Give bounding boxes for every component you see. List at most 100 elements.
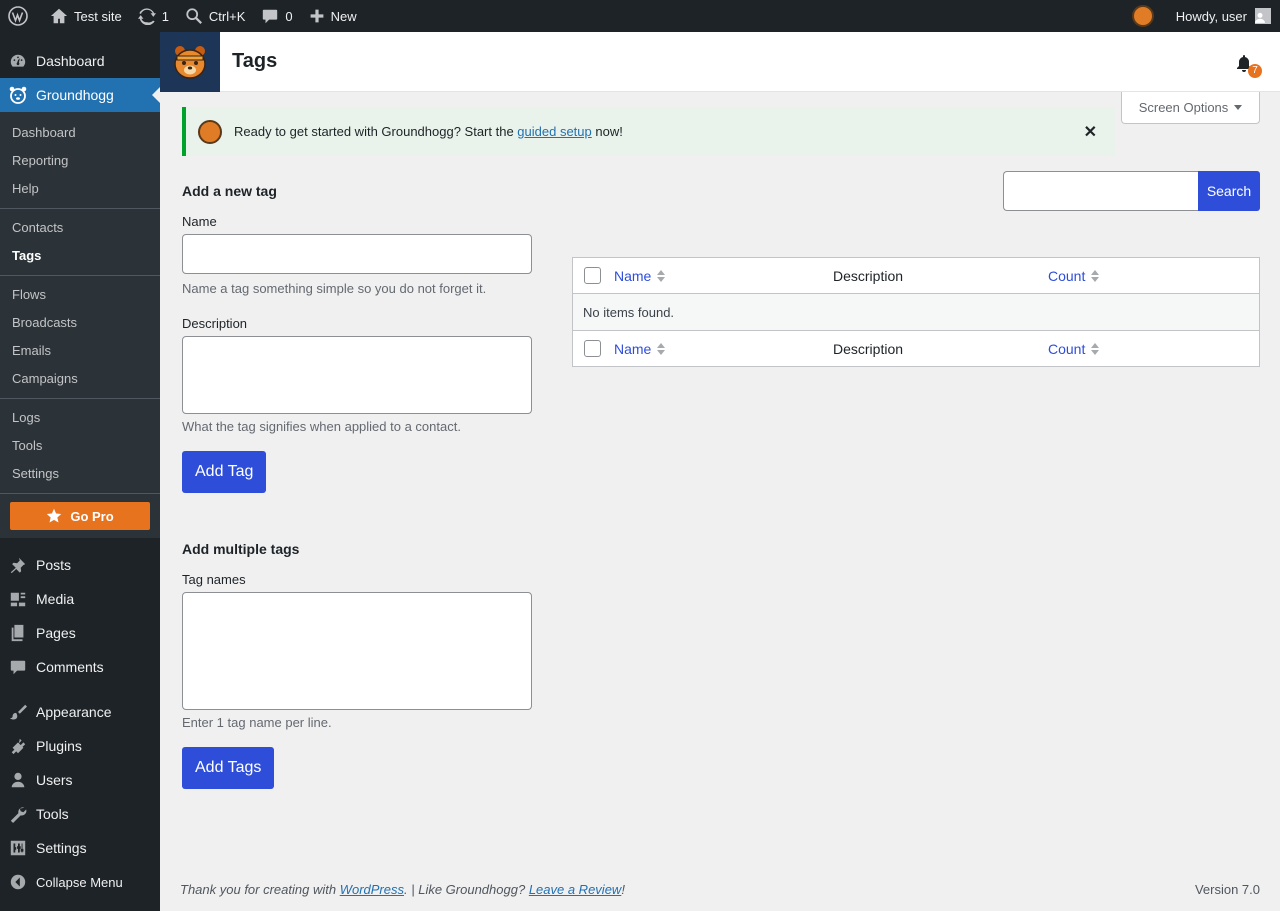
submenu-help[interactable]: Help <box>0 175 160 203</box>
wordpress-logo-icon[interactable] <box>0 0 42 32</box>
sidebar-item-dashboard[interactable]: Dashboard <box>0 44 160 78</box>
search-button[interactable]: Search <box>1198 171 1260 211</box>
sidebar-item-appearance[interactable]: Appearance <box>0 695 160 729</box>
search-shortcut-label: Ctrl+K <box>208 8 246 24</box>
version-label: Version 7.0 <box>1194 882 1260 897</box>
submenu-settings[interactable]: Settings <box>0 460 160 488</box>
avatar <box>1255 8 1271 24</box>
submenu-reporting[interactable]: Reporting <box>0 147 160 175</box>
sidebar-item-settings[interactable]: Settings <box>0 831 160 865</box>
add-tags-button[interactable]: Add Tags <box>182 747 275 789</box>
updates-link[interactable]: 1 <box>130 0 177 32</box>
howdy-label: Howdy, user <box>1175 8 1247 24</box>
sliders-icon <box>8 838 28 858</box>
select-all-checkbox[interactable] <box>584 340 601 357</box>
command-palette-link[interactable]: Ctrl+K <box>177 0 253 32</box>
add-tag-form: Add a new tag Name Name a tag something … <box>182 183 532 493</box>
tag-names-label: Tag names <box>182 572 246 587</box>
add-multiple-heading: Add multiple tags <box>182 541 300 557</box>
sidebar-item-groundhogg[interactable]: Groundhogg <box>0 78 160 112</box>
select-all-checkbox[interactable] <box>584 267 601 284</box>
column-header-description: Description <box>833 267 904 284</box>
submenu-dashboard[interactable]: Dashboard <box>0 119 160 147</box>
sidebar-item-label: Dashboard <box>36 53 105 69</box>
submenu-tags[interactable]: Tags <box>0 242 160 270</box>
sidebar-item-label: Tools <box>36 806 69 822</box>
description-label: Description <box>182 316 248 331</box>
sidebar-item-label: Groundhogg <box>36 87 114 103</box>
admin-bar: Test site 1 Ctrl+K 0 New Howdy, user <box>0 0 1280 32</box>
submenu-emails[interactable]: Emails <box>0 337 160 365</box>
wrench-icon <box>8 804 28 824</box>
column-footer-name[interactable]: Name <box>614 341 833 357</box>
sidebar-item-comments[interactable]: Comments <box>0 650 160 684</box>
search-input[interactable] <box>1003 171 1199 211</box>
screen-options-label: Screen Options <box>1138 100 1229 115</box>
notifications-button[interactable]: 7 <box>1236 54 1262 78</box>
setup-notice: Ready to get started with Groundhogg? St… <box>182 107 1115 156</box>
admin-sidebar: Dashboard Groundhogg Dashboard Reporting… <box>0 32 160 911</box>
sidebar-item-label: Users <box>36 772 73 788</box>
table-header-row: Name Description Count <box>573 258 1259 294</box>
notification-count-badge: 7 <box>1248 64 1262 78</box>
column-header-name[interactable]: Name <box>614 268 833 284</box>
wordpress-link[interactable]: WordPress <box>340 882 404 897</box>
table-footer-row: Name Description Count <box>573 330 1259 366</box>
description-help: What the tag signifies when applied to a… <box>182 419 461 434</box>
submenu-flows[interactable]: Flows <box>0 281 160 309</box>
submenu-logs[interactable]: Logs <box>0 404 160 432</box>
sidebar-item-plugins[interactable]: Plugins <box>0 729 160 763</box>
sidebar-item-posts[interactable]: Posts <box>0 548 160 582</box>
tag-names-help: Enter 1 tag name per line. <box>182 715 332 730</box>
column-header-count[interactable]: Count <box>1048 268 1100 284</box>
close-icon[interactable]: ✕ <box>1084 122 1097 142</box>
sidebar-item-label: Pages <box>36 625 76 641</box>
groundhogg-bear-icon[interactable] <box>1124 0 1168 32</box>
leave-review-link[interactable]: Leave a Review <box>529 882 622 897</box>
sidebar-item-label: Plugins <box>36 738 82 754</box>
sidebar-item-users[interactable]: Users <box>0 763 160 797</box>
go-pro-button[interactable]: Go Pro <box>10 502 150 530</box>
column-footer-description: Description <box>833 340 904 357</box>
collapse-icon <box>8 872 28 892</box>
tag-name-input[interactable] <box>182 234 532 274</box>
sidebar-item-label: Settings <box>36 840 87 856</box>
submenu-broadcasts[interactable]: Broadcasts <box>0 309 160 337</box>
plus-icon <box>310 9 324 23</box>
add-tag-button[interactable]: Add Tag <box>182 451 267 493</box>
pages-icon <box>8 623 28 643</box>
sidebar-item-tools[interactable]: Tools <box>0 797 160 831</box>
column-footer-count[interactable]: Count <box>1048 341 1100 357</box>
site-name-link[interactable]: Test site <box>42 0 130 32</box>
my-account-link[interactable]: Howdy, user <box>1168 0 1280 32</box>
sidebar-item-pages[interactable]: Pages <box>0 616 160 650</box>
screen-options-button[interactable]: Screen Options <box>1121 92 1260 124</box>
add-tag-heading: Add a new tag <box>182 183 277 199</box>
guided-setup-link[interactable]: guided setup <box>517 124 591 139</box>
sort-icon <box>657 342 666 355</box>
collapse-menu-button[interactable]: Collapse Menu <box>0 865 160 899</box>
divider <box>0 398 160 399</box>
tag-description-textarea[interactable] <box>182 336 532 414</box>
home-icon <box>50 8 68 24</box>
new-content-link[interactable]: New <box>301 0 365 32</box>
admin-footer: Thank you for creating with WordPress. |… <box>180 882 1260 897</box>
submenu-campaigns[interactable]: Campaigns <box>0 365 160 393</box>
updates-count: 1 <box>161 8 169 24</box>
submenu-tools[interactable]: Tools <box>0 432 160 460</box>
user-icon <box>8 770 28 790</box>
groundhogg-icon <box>8 85 28 105</box>
groundhogg-bear-icon <box>198 119 222 144</box>
submenu-contacts[interactable]: Contacts <box>0 214 160 242</box>
name-label: Name <box>182 214 217 229</box>
page-title: Tags <box>232 50 278 72</box>
comments-link[interactable]: 0 <box>253 0 300 32</box>
new-label: New <box>330 8 357 24</box>
sidebar-item-label: Comments <box>36 659 104 675</box>
tag-names-textarea[interactable] <box>182 592 532 710</box>
sidebar-item-media[interactable]: Media <box>0 582 160 616</box>
comment-icon <box>263 9 278 24</box>
sidebar-item-label: Posts <box>36 557 72 573</box>
collapse-label: Collapse Menu <box>36 874 123 890</box>
pin-icon <box>8 555 28 575</box>
